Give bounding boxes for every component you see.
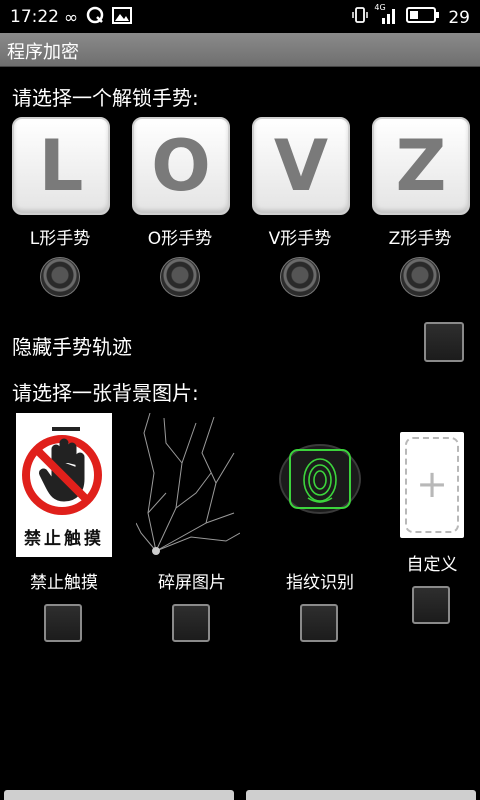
bottom-right-button[interactable] xyxy=(246,790,476,800)
gesture-z-button[interactable]: Z xyxy=(372,117,470,215)
bg-custom-checkbox[interactable] xyxy=(412,586,450,624)
background-heading: 请选择一张背景图片: xyxy=(12,381,199,405)
vibrate-icon xyxy=(352,6,369,29)
bg-no-touch-checkbox[interactable] xyxy=(44,604,82,642)
gesture-z-label: Z形手势 xyxy=(388,229,452,249)
bottom-left-button[interactable] xyxy=(4,790,234,800)
gesture-l-label: L形手势 xyxy=(29,229,91,249)
bg-broken-screen-checkbox[interactable] xyxy=(172,604,210,642)
gesture-letter: Z xyxy=(395,125,447,207)
gesture-l-radio[interactable] xyxy=(40,257,80,297)
battery-icon xyxy=(406,7,440,28)
gesture-letter: V xyxy=(273,125,329,207)
status-time: 17:22 xyxy=(10,7,59,27)
gesture-o-button[interactable]: O xyxy=(132,117,230,215)
gesture-l-button[interactable]: L xyxy=(12,117,110,215)
gesture-v-button[interactable]: V xyxy=(252,117,350,215)
gesture-z-radio[interactable] xyxy=(400,257,440,297)
fingerprint-icon xyxy=(279,444,361,514)
gesture-v-label: V形手势 xyxy=(268,229,332,249)
network-type: 4G xyxy=(374,3,386,12)
gesture-o-radio[interactable] xyxy=(160,257,200,297)
battery-level: 29 xyxy=(448,7,470,28)
no-touch-image-text: 禁止触摸 xyxy=(24,529,104,549)
bg-fingerprint-checkbox[interactable] xyxy=(300,604,338,642)
bg-label-broken-screen: 碎屏图片 xyxy=(158,573,226,593)
hide-trace-checkbox[interactable] xyxy=(424,322,464,362)
bg-image-custom[interactable]: + xyxy=(400,432,464,538)
gesture-letter: O xyxy=(151,125,211,207)
bg-image-no-touch[interactable]: 禁止触摸 xyxy=(16,413,112,557)
gesture-letter: L xyxy=(38,125,84,207)
bg-label-no-touch: 禁止触摸 xyxy=(30,573,98,593)
add-icon: + xyxy=(416,462,448,506)
title-bar: 程序加密 xyxy=(0,33,480,67)
status-bar: 17:22 ∞ 4G 29 xyxy=(0,0,480,33)
signal-icon: 4G xyxy=(374,3,398,29)
cracked-glass-icon xyxy=(135,412,241,555)
page-title: 程序加密 xyxy=(7,42,79,63)
bg-image-broken-screen[interactable] xyxy=(135,412,241,557)
q-app-icon xyxy=(86,6,104,29)
bg-label-fingerprint: 指纹识别 xyxy=(286,573,354,593)
image-icon xyxy=(112,6,133,29)
status-left-icons: ∞ xyxy=(64,6,133,29)
bg-image-fingerprint[interactable] xyxy=(276,442,364,516)
gesture-v-radio[interactable] xyxy=(280,257,320,297)
infinity-icon: ∞ xyxy=(64,7,79,28)
gesture-o-label: O形手势 xyxy=(147,229,213,249)
gesture-heading: 请选择一个解锁手势: xyxy=(12,86,199,110)
no-touch-icon xyxy=(22,427,102,515)
status-right-icons: 4G 29 xyxy=(352,3,470,29)
hide-trace-label: 隐藏手势轨迹 xyxy=(12,335,132,359)
bg-label-custom: 自定义 xyxy=(406,555,458,575)
